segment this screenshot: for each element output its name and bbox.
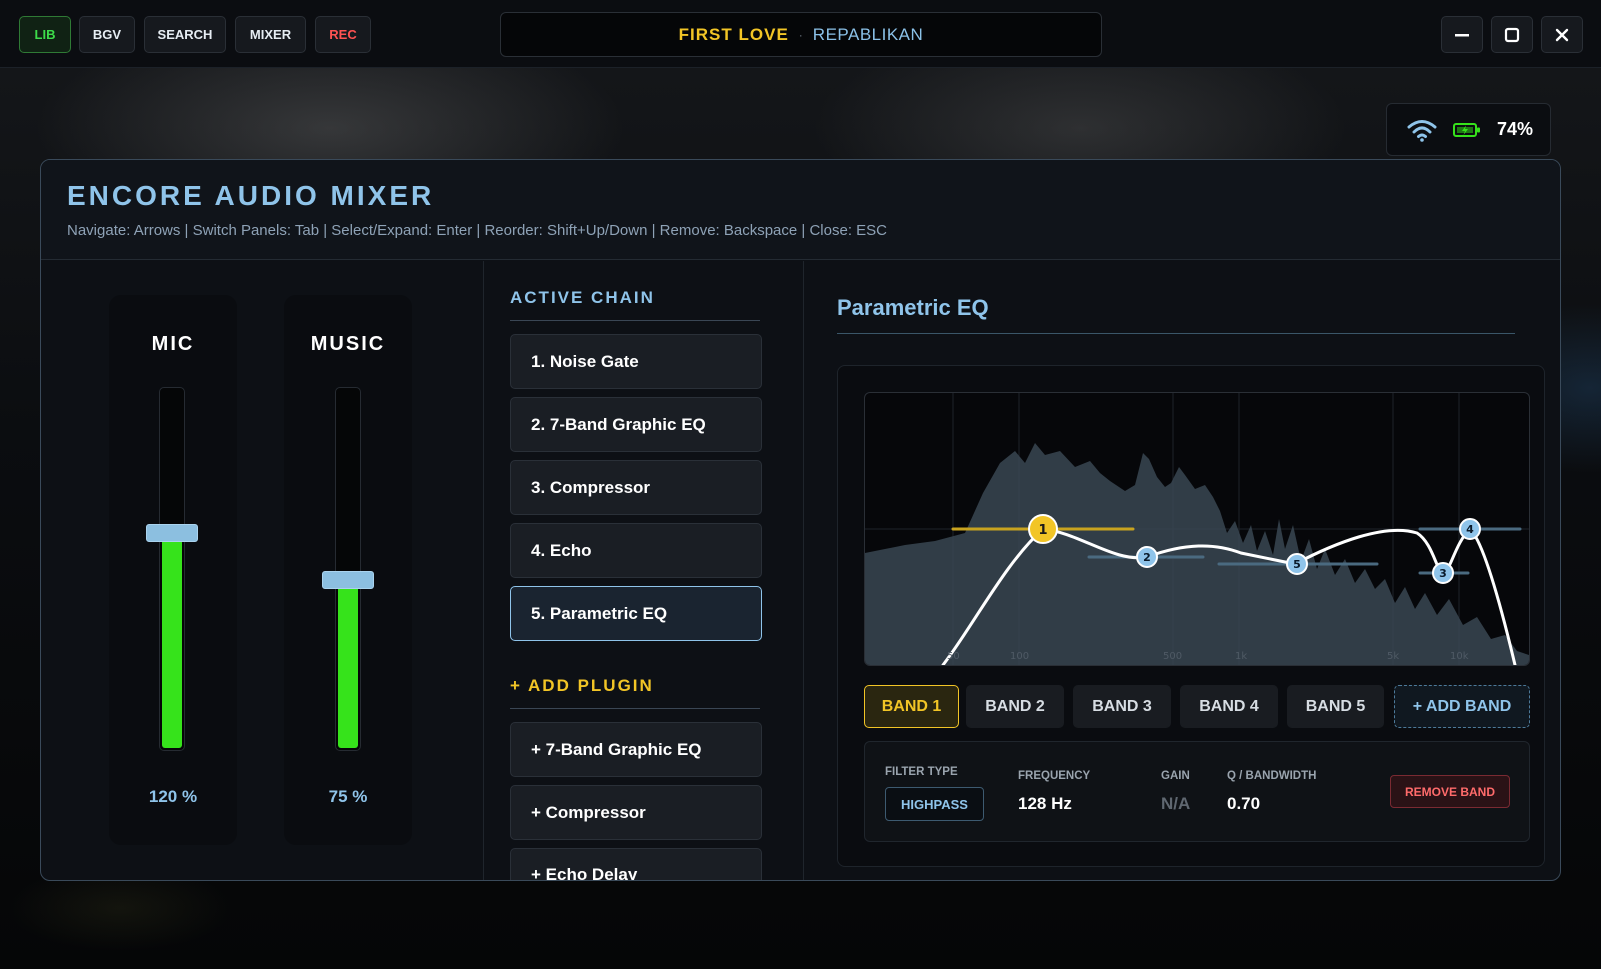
eq-node-2[interactable]: 2 [1136,546,1158,568]
q-label: Q / BANDWIDTH [1227,770,1317,782]
mic-channel-strip: MIC 120 % [109,295,237,845]
filter-type-label: FILTER TYPE [885,766,958,778]
chain-item-graphic-eq[interactable]: 2. 7-Band Graphic EQ [510,397,762,452]
eq-node-label: 1 [1038,523,1047,538]
panel-title: ENCORE AUDIO MIXER [67,180,435,211]
band-3-tab[interactable]: BAND 3 [1073,685,1171,728]
eq-node-4[interactable]: 4 [1459,518,1481,540]
mic-fader-handle[interactable] [146,524,198,542]
channel-value: 120 % [148,787,198,806]
band-detail: FILTER TYPE HIGHPASS FREQUENCY 128 Hz GA… [864,741,1530,842]
eq-node-5[interactable]: 5 [1286,553,1308,575]
chain-item-compressor[interactable]: 3. Compressor [510,460,762,515]
frequency-value[interactable]: 128 Hz [1018,794,1072,814]
music-channel-strip: MUSIC 75 % [284,295,412,845]
music-level-meter [338,579,358,748]
nav-rec-button[interactable]: REC [315,16,371,53]
chain-item-echo[interactable]: 4. Echo [510,523,762,578]
band-5-tab[interactable]: BAND 5 [1287,685,1384,728]
channel-value: 75 % [328,787,368,806]
close-button[interactable] [1541,16,1583,53]
channel-label: MUSIC [310,333,386,355]
eq-curve-plot: 50 100 500 1k 5k 10k 1 2 5 3 4 [865,393,1529,665]
minimize-icon [1455,33,1469,36]
minimize-button[interactable] [1441,16,1483,53]
chain-item-parametric-eq[interactable]: 5. Parametric EQ [510,586,762,641]
add-plugin-title: + ADD PLUGIN [510,676,760,709]
panel-header: ENCORE AUDIO MIXER Navigate: Arrows | Sw… [41,160,1560,260]
nav-lib-button[interactable]: LIB [19,16,71,53]
freq-label: 10k [1450,651,1469,662]
music-fader-track[interactable] [335,387,361,751]
wifi-icon [1407,119,1437,142]
song-artist: REPABLIKAN [812,24,924,44]
gain-label: GAIN [1161,770,1190,782]
band-1-tab[interactable]: BAND 1 [864,685,959,728]
active-chain-title: ACTIVE CHAIN [510,288,760,321]
eq-node-label: 3 [1439,567,1447,580]
freq-label: 5k [1387,651,1399,662]
eq-node-3[interactable]: 3 [1432,562,1454,584]
add-plugin-echo-delay[interactable]: + Echo Delay [510,848,762,880]
add-plugin-graphic-eq[interactable]: + 7-Band Graphic EQ [510,722,762,777]
battery-percent: 74% [1497,119,1534,139]
gain-value: N/A [1161,794,1191,813]
eq-node-label: 4 [1466,523,1474,536]
remove-band-button[interactable]: REMOVE BAND [1390,775,1510,808]
nav-mixer-button[interactable]: MIXER [235,16,306,53]
eq-node-1[interactable]: 1 [1028,514,1058,544]
parametric-eq-section: Parametric EQ 50 100 500 1k 5k 10k 1 2 5… [804,261,1560,880]
maximize-icon [1504,27,1520,42]
band-4-tab[interactable]: BAND 4 [1180,685,1278,728]
q-value[interactable]: 0.70 [1227,794,1260,814]
freq-label: 100 [1010,651,1029,662]
top-bar: LIB BGV SEARCH MIXER REC FIRST LOVE · RE… [0,0,1601,68]
frequency-label: FREQUENCY [1018,770,1091,782]
battery-charging-icon [1453,122,1480,137]
music-fader-handle[interactable] [322,571,374,589]
eq-editor: 50 100 500 1k 5k 10k 1 2 5 3 4 BAND 1 BA… [837,365,1545,867]
audio-mixer-panel: ENCORE AUDIO MIXER Navigate: Arrows | Sw… [40,159,1561,881]
chain-item-noise-gate[interactable]: 1. Noise Gate [510,334,762,389]
song-title: FIRST LOVE [678,24,789,44]
add-plugin-compressor[interactable]: + Compressor [510,785,762,840]
freq-label: 1k [1235,651,1247,662]
band-2-tab[interactable]: BAND 2 [966,685,1064,728]
plugin-chain-section: ACTIVE CHAIN 1. Noise Gate 2. 7-Band Gra… [484,261,804,880]
now-playing: FIRST LOVE · REPABLIKAN [500,12,1102,57]
filter-type-select[interactable]: HIGHPASS [885,787,984,821]
mic-level-meter [162,532,182,748]
eq-node-label: 5 [1293,558,1301,571]
freq-label: 500 [1163,651,1182,662]
freq-label: 50 [947,651,960,662]
channel-label: MIC [151,333,195,355]
eq-node-label: 2 [1143,551,1151,564]
keyboard-help: Navigate: Arrows | Switch Panels: Tab | … [67,222,887,239]
maximize-button[interactable] [1491,16,1533,53]
nav-bgv-button[interactable]: BGV [79,16,135,53]
nav-search-button[interactable]: SEARCH [144,16,226,53]
add-band-button[interactable]: + ADD BAND [1394,685,1530,728]
status-indicator: 74% [1386,103,1551,156]
close-icon [1555,28,1569,41]
fader-section: MIC 120 % MUSIC 75 % [41,261,484,880]
eq-graph[interactable]: 50 100 500 1k 5k 10k 1 2 5 3 4 [864,392,1530,666]
mic-fader-track[interactable] [159,387,185,751]
eq-title: Parametric EQ [837,295,1515,334]
title-separator: · [798,27,803,42]
